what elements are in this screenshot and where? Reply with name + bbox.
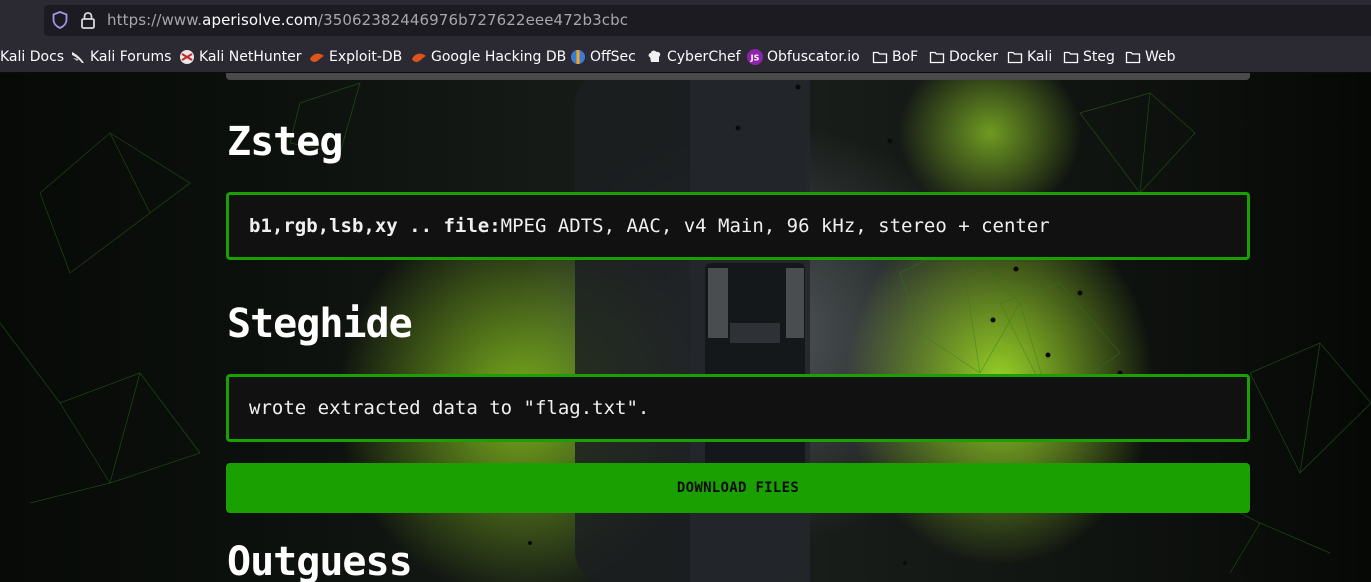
bookmark-folder-web[interactable]: Web xyxy=(1125,48,1176,66)
bookmark-label: Steg xyxy=(1083,49,1115,65)
download-files-button[interactable]: DOWNLOAD FILES xyxy=(226,463,1250,513)
bookmark-kali-docs[interactable]: Kali Docs xyxy=(0,48,64,66)
folder-icon xyxy=(929,51,945,64)
outguess-title: Outguess xyxy=(227,539,413,582)
exploit-db-icon xyxy=(310,53,324,62)
ghdb-icon xyxy=(412,53,426,62)
offsec-icon xyxy=(571,50,585,64)
bookmark-exploit-db[interactable]: Exploit-DB xyxy=(309,48,402,66)
zsteg-result-key: b1,rgb,lsb,xy .. file: xyxy=(249,215,501,237)
bookmark-folder-docker[interactable]: Docker xyxy=(929,48,998,66)
bookmark-google-hacking-db[interactable]: Google Hacking DB xyxy=(411,48,566,66)
lock-icon[interactable] xyxy=(80,11,96,29)
kali-dragon-icon xyxy=(72,52,84,63)
bookmark-folder-bof[interactable]: BoF xyxy=(872,48,918,66)
zsteg-result-box: b1,rgb,lsb,xy .. file: MPEG ADTS, AAC, v… xyxy=(226,192,1250,260)
bookmark-label: Obfuscator.io xyxy=(767,49,860,65)
bookmarks-toolbar: Kali Docs Kali Forums Kali NetHunter Exp… xyxy=(0,41,1371,73)
cyberchef-icon xyxy=(648,50,661,62)
bookmark-label: Kali Docs xyxy=(0,49,65,65)
url-text[interactable]: https://www.aperisolve.com/3506238244697… xyxy=(107,11,628,29)
url-prefix: https://www. xyxy=(107,11,203,29)
folder-icon xyxy=(1063,51,1079,64)
steghide-result-box: wrote extracted data to "flag.txt". xyxy=(226,374,1250,442)
bookmark-label: BoF xyxy=(892,49,919,65)
bookmark-label: CyberChef xyxy=(667,49,741,65)
bookmark-label: Kali Forums xyxy=(90,49,172,65)
folder-icon xyxy=(1125,51,1141,64)
zsteg-result-value: MPEG ADTS, AAC, v4 Main, 96 kHz, stereo … xyxy=(500,215,1050,237)
bookmark-folder-kali[interactable]: Kali xyxy=(1007,48,1052,66)
bookmark-label: Kali NetHunter xyxy=(199,49,302,65)
folder-icon xyxy=(872,51,888,64)
steghide-title: Steghide xyxy=(227,301,413,347)
bookmark-folder-steg[interactable]: Steg xyxy=(1063,48,1115,66)
bookmark-kali-forums[interactable]: Kali Forums xyxy=(70,48,171,66)
bookmark-label: OffSec xyxy=(590,49,636,65)
tracking-protection-shield-icon[interactable] xyxy=(52,11,68,29)
folder-icon xyxy=(1007,51,1023,64)
bookmark-label: Google Hacking DB xyxy=(431,49,567,65)
zsteg-title: Zsteg xyxy=(227,119,343,165)
bookmark-offsec[interactable]: OffSec xyxy=(570,48,636,66)
bookmark-label: Exploit-DB xyxy=(329,49,403,65)
previous-section-edge xyxy=(226,73,1250,80)
url-path: /35062382446976b727622eee472b3cbc xyxy=(317,11,629,29)
steghide-result-text: wrote extracted data to "flag.txt". xyxy=(249,397,650,419)
bookmark-kali-nethunter[interactable]: Kali NetHunter xyxy=(179,48,301,66)
page-content: Zsteg b1,rgb,lsb,xy .. file: MPEG ADTS, … xyxy=(0,73,1371,582)
bookmark-cyberchef[interactable]: CyberChef xyxy=(647,48,741,66)
svg-text:JS: JS xyxy=(750,54,760,63)
browser-toolbar: https://www.aperisolve.com/3506238244697… xyxy=(0,0,1371,41)
bookmark-obfuscator-io[interactable]: JS Obfuscator.io xyxy=(747,48,860,66)
bookmark-label: Web xyxy=(1145,49,1176,65)
bookmark-label: Kali xyxy=(1027,49,1053,65)
url-host: aperisolve.com xyxy=(202,11,318,29)
js-icon: JS xyxy=(747,49,763,65)
nethunter-icon xyxy=(180,50,194,64)
bookmark-label: Docker xyxy=(949,49,999,65)
